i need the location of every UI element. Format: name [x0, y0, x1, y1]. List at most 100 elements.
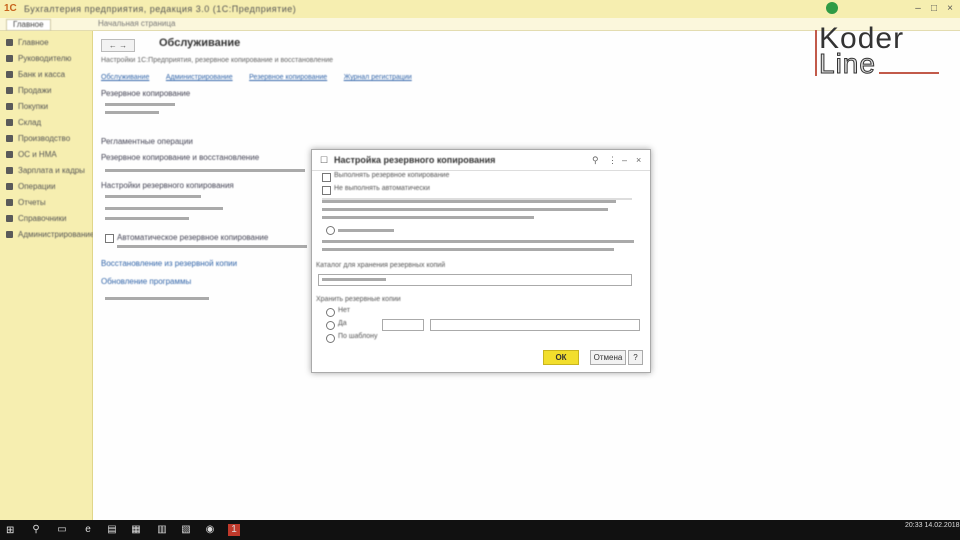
link-event-log[interactable]: Журнал регистрации: [344, 74, 412, 81]
sidebar-item-admin[interactable]: Администрирование: [4, 229, 94, 241]
factory-icon: [6, 135, 13, 142]
book-icon: [6, 215, 13, 222]
section-auto-backup[interactable]: Автоматическое резервное копирование: [117, 233, 268, 242]
search-icon[interactable]: ⚲: [30, 524, 42, 536]
backup-settings-dialog: ☐ Настройка резервного копирования ⚲ ⋮ –…: [311, 149, 651, 373]
sidebar-item-purchases[interactable]: Покупки: [4, 101, 88, 113]
section-routine[interactable]: Регламентные операции: [101, 137, 193, 146]
sidebar-item-label: Справочники: [18, 214, 67, 223]
minimize-button[interactable]: –: [912, 3, 924, 15]
title-bar: 1С Бухгалтерия предприятия, редакция 3.0…: [0, 0, 960, 19]
placeholder-line: [338, 229, 394, 232]
dialog-title: Настройка резервного копирования: [334, 155, 496, 165]
sidebar-item-label: Руководителю: [18, 54, 72, 63]
building-icon: [6, 151, 13, 158]
sales-icon: [6, 87, 13, 94]
section-update[interactable]: Обновление программы: [101, 277, 191, 286]
nav-back-forward-button[interactable]: ← →: [101, 39, 135, 52]
app-icon[interactable]: ▥: [156, 524, 168, 536]
start-button[interactable]: ⊞: [6, 525, 14, 536]
placeholder-line: [322, 216, 534, 219]
placeholder-line: [105, 195, 201, 198]
page-subtitle: Настройки 1С:Предприятия, резервное копи…: [101, 57, 333, 64]
browser-icon[interactable]: ◉: [204, 524, 216, 536]
help-button[interactable]: ?: [628, 350, 643, 365]
keep-radio-yes-label: Да: [338, 320, 347, 327]
placeholder-line: [322, 200, 616, 203]
sidebar-item-reports[interactable]: Отчеты: [4, 197, 88, 209]
brand-watermark: Koder Line: [815, 22, 940, 82]
placeholder-line: [105, 111, 159, 114]
cart-icon: [6, 103, 13, 110]
link-administration[interactable]: Администрирование: [166, 74, 233, 81]
section-restore[interactable]: Восстановление из резервной копии: [101, 259, 237, 268]
dialog-header: ☐ Настройка резервного копирования ⚲ ⋮ –…: [312, 150, 650, 171]
dialog-app-icon: ☐: [320, 155, 329, 165]
link-maintenance[interactable]: Обслуживание: [101, 74, 149, 81]
radio-option[interactable]: [326, 226, 335, 235]
backup-folder-label: Каталог для хранения резервных копий: [316, 262, 446, 269]
placeholder-line: [105, 217, 189, 220]
sidebar-item-bank[interactable]: Банк и касса: [4, 69, 88, 81]
sidebar-item-manager[interactable]: Руководителю: [4, 53, 88, 65]
person-icon: [6, 167, 13, 174]
home-icon: [6, 39, 13, 46]
sidebar-item-label: Главное: [18, 38, 49, 47]
link-icon[interactable]: ⚲: [592, 155, 599, 166]
more-icon[interactable]: ⋮: [608, 155, 617, 166]
close-button[interactable]: ×: [944, 3, 956, 15]
keep-radio-template[interactable]: [326, 334, 335, 343]
section-backup-settings[interactable]: Настройки резервного копирования: [101, 181, 234, 190]
brand-accent-horizontal: [879, 72, 939, 74]
placeholder-line: [322, 278, 386, 281]
ok-button[interactable]: ОК: [543, 350, 579, 365]
option-not-auto: Не выполнять автоматически: [334, 185, 430, 192]
app-logo: 1С: [4, 3, 17, 14]
sidebar-item-label: ОС и НМА: [18, 150, 57, 159]
1c-app-icon[interactable]: 1: [228, 524, 240, 536]
brand-accent-vertical: [815, 30, 817, 76]
sidebar-item-label: Администрирование: [18, 230, 95, 239]
sidebar-item-label: Банк и касса: [18, 70, 66, 79]
section-backup-restore[interactable]: Резервное копирование и восстановление: [101, 153, 259, 162]
app-icon[interactable]: ▧: [180, 524, 192, 536]
clock[interactable]: 20:33 14.02.2018: [905, 522, 960, 530]
tab-main[interactable]: Главное: [6, 19, 51, 31]
sidebar-item-assets[interactable]: ОС и НМА: [4, 149, 88, 161]
sidebar-item-label: Зарплата и кадры: [18, 166, 85, 175]
status-indicator-icon[interactable]: [826, 2, 838, 14]
sidebar-item-label: Продажи: [18, 86, 52, 95]
not-auto-checkbox[interactable]: [322, 186, 331, 195]
sidebar-item-main[interactable]: Главное: [4, 37, 88, 49]
task-view-icon[interactable]: ▭: [56, 524, 68, 536]
taskbar: ⊞ ⚲ ▭ e ▤ ▦ ▥ ▧ ◉ 1 20:33 14.02.2018: [0, 520, 960, 540]
tab-start-page[interactable]: Начальная страница: [92, 19, 181, 29]
sidebar-item-salary[interactable]: Зарплата и кадры: [4, 165, 88, 177]
keep-count-input[interactable]: [382, 319, 424, 331]
keep-backups-label: Хранить резервные копии: [316, 296, 401, 303]
keep-period-select[interactable]: [430, 319, 640, 331]
keep-radio-yes[interactable]: [326, 321, 335, 330]
keep-radio-no[interactable]: [326, 308, 335, 317]
sidebar-item-catalogs[interactable]: Справочники: [4, 213, 88, 225]
placeholder-line: [322, 240, 634, 243]
edge-browser-icon[interactable]: e: [82, 524, 94, 536]
auto-backup-checkbox[interactable]: [105, 234, 114, 243]
explorer-icon[interactable]: ▤: [106, 524, 118, 536]
sidebar-item-warehouse[interactable]: Склад: [4, 117, 88, 129]
close-dialog-icon[interactable]: ×: [636, 155, 641, 165]
sidebar-item-label: Покупки: [18, 102, 49, 111]
bank-icon: [6, 71, 13, 78]
option-backup-enabled: Выполнять резервное копирование: [334, 172, 450, 179]
store-icon[interactable]: ▦: [130, 524, 142, 536]
cancel-button[interactable]: Отмена: [590, 350, 626, 365]
sidebar-item-production[interactable]: Производство: [4, 133, 88, 145]
backup-enabled-checkbox[interactable]: [322, 173, 331, 182]
link-backup[interactable]: Резервное копирование: [249, 74, 327, 81]
sidebar-item-label: Производство: [18, 134, 71, 143]
sidebar-item-sales[interactable]: Продажи: [4, 85, 88, 97]
minimize-dialog-icon[interactable]: –: [622, 155, 627, 165]
section-backup[interactable]: Резервное копирование: [101, 89, 190, 98]
sidebar-item-operations[interactable]: Операции: [4, 181, 88, 193]
maximize-button[interactable]: □: [928, 3, 940, 15]
